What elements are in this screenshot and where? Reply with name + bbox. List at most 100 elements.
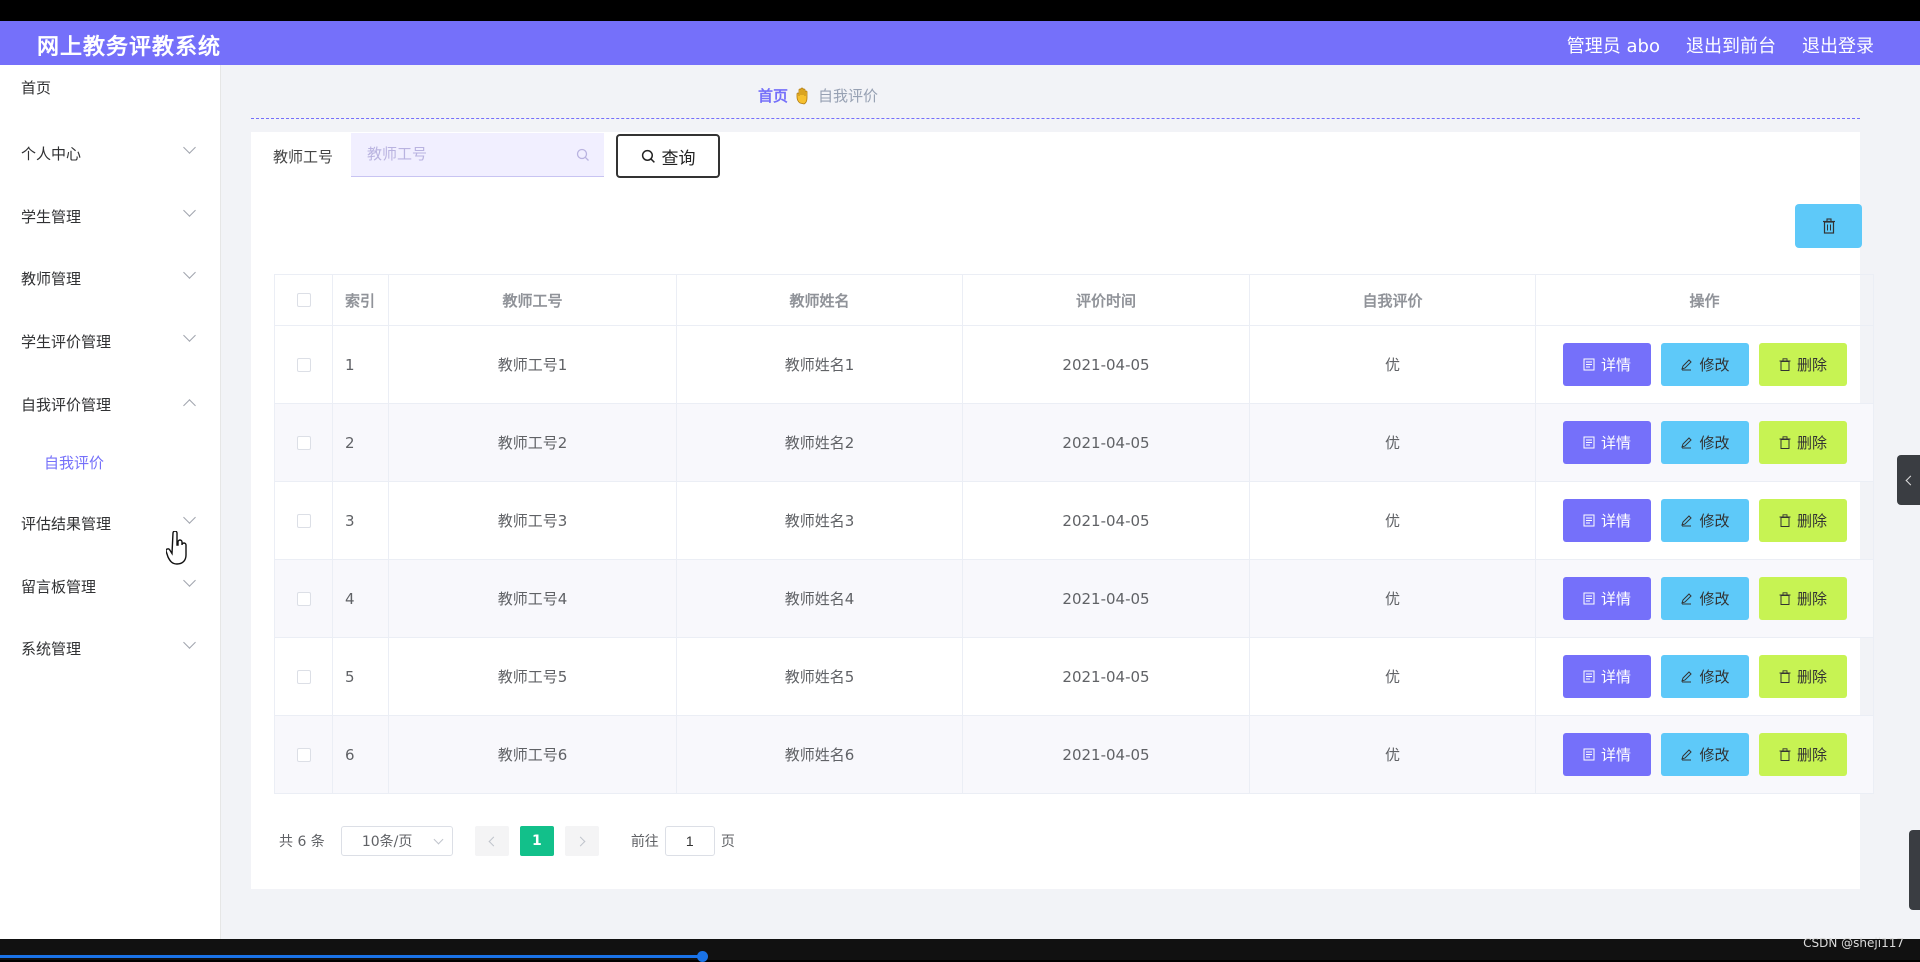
delete-button[interactable]: 删除 xyxy=(1759,655,1847,698)
trash-icon xyxy=(1779,592,1791,605)
sidebar-item-home[interactable]: 首页 xyxy=(21,77,51,98)
delete-button[interactable]: 删除 xyxy=(1759,343,1847,386)
cell-teacher-no: 教师工号6 xyxy=(389,716,677,793)
trash-icon xyxy=(1779,514,1791,527)
detail-button[interactable]: 详情 xyxy=(1563,343,1651,386)
row-checkbox[interactable] xyxy=(296,747,311,762)
teacher-no-search-input[interactable] xyxy=(351,133,604,177)
delete-button[interactable]: 删除 xyxy=(1759,499,1847,542)
table-row: 6 教师工号6 教师姓名6 2021-04-05 优 详情 修改 删除 xyxy=(275,715,1873,793)
goto-label: 前往 xyxy=(630,834,659,850)
logout-link[interactable]: 退出登录 xyxy=(1802,32,1874,58)
detail-button-label: 详情 xyxy=(1600,746,1631,764)
row-checkbox-cell xyxy=(275,716,333,793)
detail-button[interactable]: 详情 xyxy=(1563,577,1651,620)
sidebar-item-result-mgmt[interactable]: 评估结果管理 xyxy=(21,513,111,534)
document-icon xyxy=(1583,358,1595,371)
detail-button-label: 详情 xyxy=(1600,356,1631,374)
next-page-button[interactable] xyxy=(564,826,599,856)
trash-icon xyxy=(1779,436,1791,449)
detail-button[interactable]: 详情 xyxy=(1563,733,1651,776)
pencil-icon xyxy=(1680,436,1693,449)
delete-button[interactable]: 删除 xyxy=(1759,421,1847,464)
cell-actions: 详情 修改 删除 xyxy=(1536,482,1873,559)
cell-teacher-name: 教师姓名5 xyxy=(677,638,963,715)
page-number-1[interactable]: 1 xyxy=(519,826,554,856)
admin-user-link[interactable]: 管理员 abo xyxy=(1567,32,1660,58)
sidebar-item-teacher-mgmt[interactable]: 教师管理 xyxy=(21,268,81,289)
chevron-down-icon xyxy=(183,266,196,279)
sidebar-item-message-board-mgmt[interactable]: 留言板管理 xyxy=(21,576,96,597)
column-header-self-eval: 自我评价 xyxy=(1250,275,1536,325)
pencil-icon xyxy=(1680,670,1693,683)
cell-teacher-no: 教师工号5 xyxy=(389,638,677,715)
pencil-icon xyxy=(1680,514,1693,527)
row-checkbox[interactable] xyxy=(296,669,311,684)
query-button[interactable]: 查询 xyxy=(616,134,720,178)
detail-button[interactable]: 详情 xyxy=(1563,499,1651,542)
edit-button[interactable]: 修改 xyxy=(1661,499,1749,542)
row-checkbox-cell xyxy=(275,482,333,559)
delete-button[interactable]: 删除 xyxy=(1759,577,1847,620)
edit-button[interactable]: 修改 xyxy=(1661,421,1749,464)
page-size-select[interactable]: 10条/页 xyxy=(340,826,453,856)
chevron-down-icon xyxy=(183,141,196,154)
chevron-down-icon xyxy=(183,329,196,342)
document-icon xyxy=(1583,748,1595,761)
cell-index: 6 xyxy=(333,716,389,793)
delete-button-label: 删除 xyxy=(1796,746,1827,764)
table-row: 2 教师工号2 教师姓名2 2021-04-05 优 详情 修改 删除 xyxy=(275,403,1873,481)
back-to-frontend-link[interactable]: 退出到前台 xyxy=(1686,32,1776,58)
delete-button[interactable]: 删除 xyxy=(1759,733,1847,776)
cell-eval-time: 2021-04-05 xyxy=(963,716,1250,793)
row-checkbox-cell xyxy=(275,560,333,637)
row-checkbox[interactable] xyxy=(296,591,311,606)
goto-page-input[interactable] xyxy=(664,826,715,856)
row-checkbox[interactable] xyxy=(296,513,311,528)
sidebar-item-student-mgmt[interactable]: 学生管理 xyxy=(21,206,81,227)
sidebar-item-self-eval-mgmt[interactable]: 自我评价管理 xyxy=(21,394,111,415)
video-progress-bar[interactable] xyxy=(0,955,703,958)
edit-button-label: 修改 xyxy=(1699,512,1730,530)
sidebar-item-student-eval-mgmt[interactable]: 学生评价管理 xyxy=(21,331,111,352)
bulk-delete-button[interactable] xyxy=(1795,204,1862,248)
video-progress-handle[interactable] xyxy=(697,951,708,962)
edit-button[interactable]: 修改 xyxy=(1661,343,1749,386)
side-panel-handle[interactable] xyxy=(1909,830,1920,910)
sidebar-item-personal-center[interactable]: 个人中心 xyxy=(21,143,81,164)
sidebar-subitem-self-eval[interactable]: 自我评价 xyxy=(44,452,104,473)
sidebar-item-system-mgmt[interactable]: 系统管理 xyxy=(21,638,81,659)
delete-button-label: 删除 xyxy=(1796,668,1827,686)
top-bar: 网上教务评教系统 管理员 abo 退出到前台 退出登录 xyxy=(0,21,1920,65)
top-nav: 管理员 abo 退出到前台 退出登录 xyxy=(1567,32,1874,58)
detail-button-label: 详情 xyxy=(1600,512,1631,530)
chevron-down-icon xyxy=(183,204,196,217)
breadcrumb-home[interactable]: 首页 xyxy=(758,85,788,106)
row-checkbox-cell xyxy=(275,326,333,403)
header-checkbox-cell xyxy=(275,275,333,325)
edit-button[interactable]: 修改 xyxy=(1661,733,1749,776)
chevron-left-icon xyxy=(1905,475,1915,485)
hand-icon xyxy=(796,87,810,105)
row-checkbox[interactable] xyxy=(296,435,311,450)
chevron-right-icon xyxy=(575,836,586,846)
select-all-checkbox[interactable] xyxy=(296,293,311,307)
prev-page-button[interactable] xyxy=(474,826,509,856)
side-panel-toggle[interactable] xyxy=(1897,455,1920,505)
edit-button[interactable]: 修改 xyxy=(1661,655,1749,698)
document-icon xyxy=(1583,592,1595,605)
cell-self-eval: 优 xyxy=(1250,404,1536,481)
cell-index: 5 xyxy=(333,638,389,715)
column-header-teacher-name: 教师姓名 xyxy=(677,275,963,325)
delete-button-label: 删除 xyxy=(1796,356,1827,374)
cell-eval-time: 2021-04-05 xyxy=(963,638,1250,715)
detail-button[interactable]: 详情 xyxy=(1563,655,1651,698)
edit-button[interactable]: 修改 xyxy=(1661,577,1749,620)
detail-button[interactable]: 详情 xyxy=(1563,421,1651,464)
cell-teacher-name: 教师姓名3 xyxy=(677,482,963,559)
cell-teacher-no: 教师工号3 xyxy=(389,482,677,559)
table-body: 1 教师工号1 教师姓名1 2021-04-05 优详情 修改 删除 2 教师工号2 教师姓名2 2… xyxy=(275,325,1873,793)
search-icon xyxy=(641,149,656,164)
row-checkbox[interactable] xyxy=(296,357,311,372)
trash-icon xyxy=(1779,670,1791,683)
